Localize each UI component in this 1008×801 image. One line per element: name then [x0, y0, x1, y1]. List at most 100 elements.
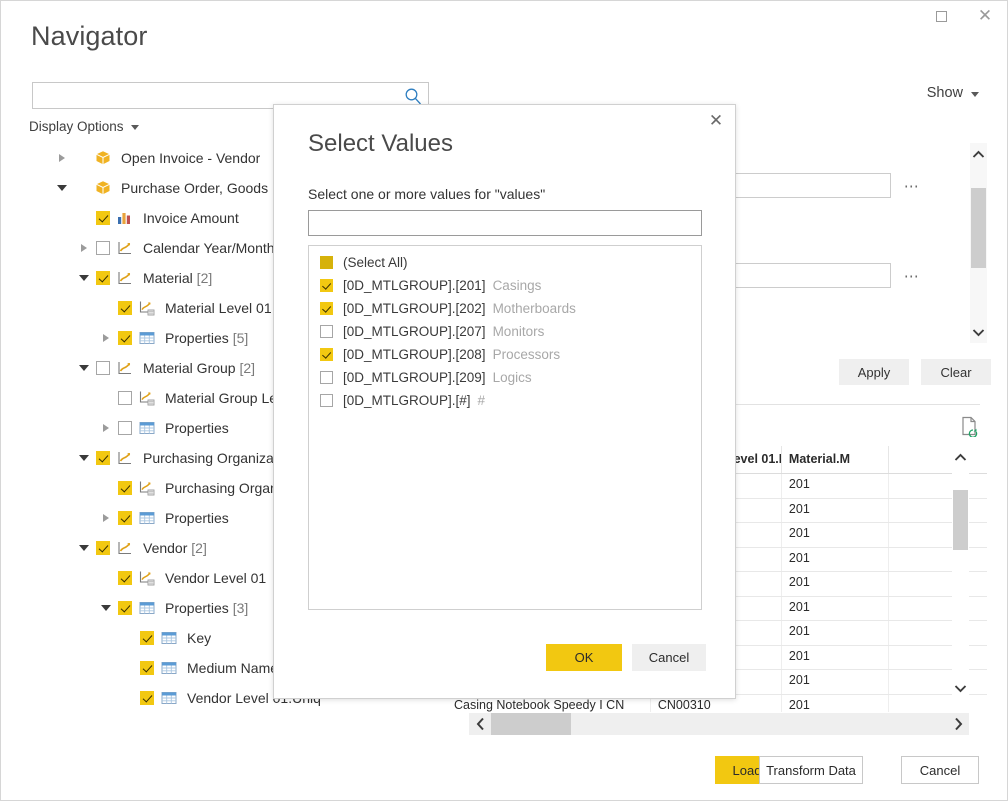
tree-node-checkbox[interactable]: [118, 391, 132, 405]
close-button[interactable]: ✕: [963, 1, 1007, 31]
dialog-close-button[interactable]: ✕: [697, 105, 735, 137]
tree-node-checkbox[interactable]: [140, 631, 154, 645]
grid-column-header[interactable]: [887, 446, 987, 473]
list-item[interactable]: (Select All): [309, 251, 701, 274]
tree-node-checkbox[interactable]: [96, 241, 110, 255]
grid-horizontal-scrollbar[interactable]: [469, 713, 969, 735]
chevron-right-icon[interactable]: [947, 713, 969, 735]
chevron-up-icon[interactable]: [952, 446, 969, 468]
table-icon: [138, 600, 156, 616]
grid-column-header[interactable]: Material.M: [780, 446, 888, 473]
tree-node-checkbox[interactable]: [118, 301, 132, 315]
list-item[interactable]: [0D_MTLGROUP].[207] Monitors: [309, 320, 701, 343]
tree-node-checkbox[interactable]: [118, 481, 132, 495]
tree-node-label: Vendor Level 01: [165, 570, 267, 586]
grid-scroll-thumb[interactable]: [953, 490, 968, 550]
value-checkbox[interactable]: [320, 256, 333, 269]
apply-button[interactable]: Apply: [839, 359, 909, 385]
tree-node-checkbox[interactable]: [118, 331, 132, 345]
list-item[interactable]: [0D_MTLGROUP].[202] Motherboards: [309, 297, 701, 320]
dialog-cancel-button[interactable]: Cancel: [632, 644, 706, 671]
dialog-ok-button[interactable]: OK: [546, 644, 622, 671]
value-name: [0D_MTLGROUP].[208]: [343, 347, 486, 362]
tree-node-checkbox[interactable]: [96, 271, 110, 285]
value-checkbox[interactable]: [320, 394, 333, 407]
filter-more-options-button[interactable]: ⋯: [899, 175, 925, 197]
tree-node-checkbox[interactable]: [118, 571, 132, 585]
tree-node-label: Properties: [165, 510, 229, 526]
measure-icon: [116, 210, 134, 226]
display-options-dropdown[interactable]: Display Options: [29, 119, 139, 134]
value-checkbox[interactable]: [320, 302, 333, 315]
collapse-chevron-icon[interactable]: [76, 360, 92, 376]
select-values-dialog: ✕ Select Values Select one or more value…: [273, 104, 736, 699]
dialog-search-input[interactable]: [309, 211, 701, 235]
tree-node-checkbox[interactable]: [140, 661, 154, 675]
value-checkbox[interactable]: [320, 325, 333, 338]
refresh-preview-icon[interactable]: [960, 416, 980, 438]
tree-node-checkbox[interactable]: [118, 601, 132, 615]
grid-hscroll-thumb[interactable]: [491, 713, 571, 735]
expand-chevron-icon[interactable]: [76, 240, 92, 256]
show-dropdown[interactable]: Show: [927, 85, 979, 101]
value-checkbox[interactable]: [320, 348, 333, 361]
preview-vertical-scrollbar[interactable]: [970, 143, 987, 343]
collapse-chevron-icon[interactable]: [76, 450, 92, 466]
grid-vertical-scrollbar[interactable]: [952, 446, 969, 699]
tree-horizontal-scrollbar[interactable]: [32, 708, 431, 719]
expand-chevron-icon[interactable]: [98, 510, 114, 526]
expand-chevron-icon[interactable]: [54, 150, 70, 166]
value-name: [0D_MTLGROUP].[209]: [343, 370, 486, 385]
value-description: Motherboards: [492, 301, 576, 316]
tree-node-count: [2]: [187, 540, 207, 556]
cube-icon: [94, 150, 112, 166]
list-item[interactable]: [0D_MTLGROUP].[209] Logics: [309, 366, 701, 389]
tree-node-checkbox[interactable]: [96, 211, 110, 225]
chevron-left-icon[interactable]: [469, 713, 491, 735]
list-item[interactable]: [0D_MTLGROUP].[#] #: [309, 389, 701, 412]
value-checkbox[interactable]: [320, 371, 333, 384]
tree-node-checkbox[interactable]: [96, 451, 110, 465]
grid-cell: [887, 572, 987, 596]
chevron-down-icon[interactable]: [970, 321, 987, 343]
tree-node-label: Material Group [2]: [143, 360, 256, 376]
collapse-chevron-icon[interactable]: [76, 270, 92, 286]
table-icon: [138, 510, 156, 526]
collapse-chevron-icon[interactable]: [76, 540, 92, 556]
clear-button[interactable]: Clear: [921, 359, 991, 385]
value-checkbox[interactable]: [320, 279, 333, 292]
level-icon: [138, 480, 156, 496]
list-item[interactable]: [0D_MTLGROUP].[208] Processors: [309, 343, 701, 366]
title-bar: ✕: [1, 1, 1007, 31]
expand-chevron-icon[interactable]: [98, 330, 114, 346]
tree-node-label: Vendor [2]: [143, 540, 207, 556]
collapse-chevron-icon[interactable]: [98, 600, 114, 616]
tree-node-checkbox[interactable]: [96, 541, 110, 555]
values-more-options-button[interactable]: ⋯: [899, 265, 925, 287]
tree-node-checkbox[interactable]: [140, 691, 154, 705]
value-name: [0D_MTLGROUP].[207]: [343, 324, 486, 339]
dialog-search-box[interactable]: [308, 210, 702, 236]
tree-node-label: Key: [187, 630, 212, 646]
maximize-button[interactable]: [919, 1, 963, 31]
transform-data-button[interactable]: Transform Data: [759, 756, 863, 784]
grid-cell: [887, 596, 987, 620]
tree-node-checkbox[interactable]: [118, 421, 132, 435]
dialog-title: Select Values: [308, 130, 453, 157]
chevron-up-icon[interactable]: [970, 143, 987, 165]
expand-chevron-icon[interactable]: [98, 420, 114, 436]
dimension-icon: [116, 240, 134, 256]
tree-node-checkbox[interactable]: [118, 511, 132, 525]
chevron-down-icon[interactable]: [952, 677, 969, 699]
tree-node-checkbox[interactable]: [96, 361, 110, 375]
cancel-button[interactable]: Cancel: [901, 756, 979, 784]
collapse-chevron-icon[interactable]: [54, 180, 70, 196]
tree-node-count: [3]: [228, 600, 249, 616]
show-label: Show: [926, 85, 963, 101]
dialog-value-list[interactable]: (Select All) [0D_MTLGROUP].[201] Casings [0…: [308, 245, 702, 610]
list-item[interactable]: [0D_MTLGROUP].[201] Casings: [309, 274, 701, 297]
close-icon: ✕: [977, 5, 993, 26]
preview-scroll-thumb[interactable]: [971, 188, 986, 268]
